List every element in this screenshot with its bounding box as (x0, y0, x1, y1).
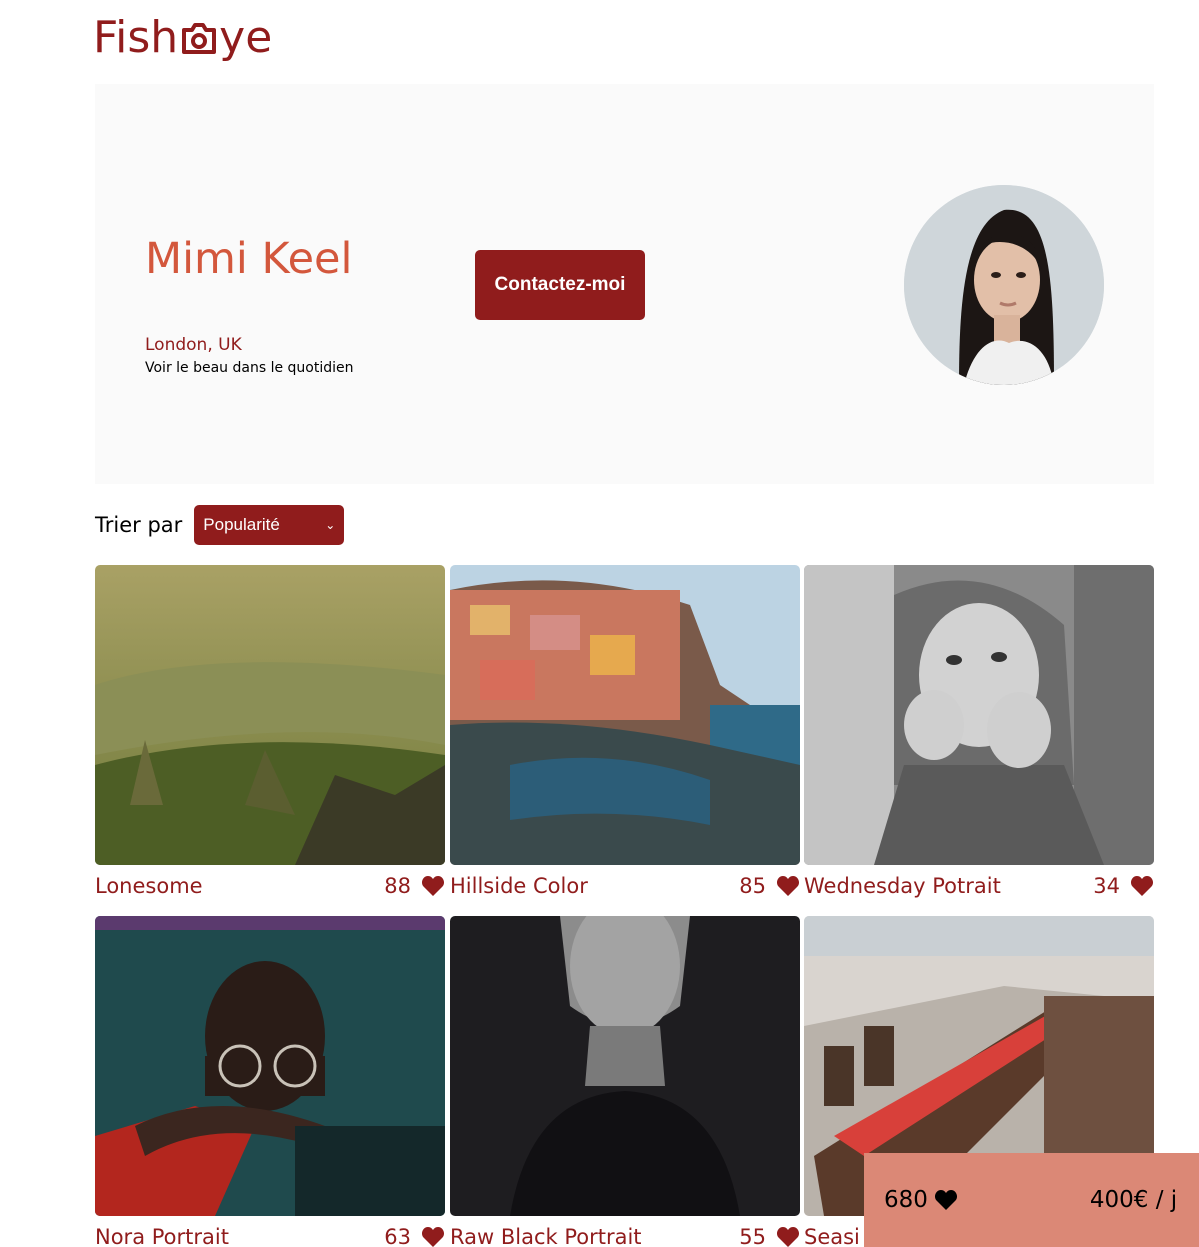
sort-select[interactable]: Popularité ⌄ (194, 505, 345, 545)
heart-icon[interactable] (421, 875, 445, 897)
camera-icon (180, 18, 218, 60)
photographer-location: London, UK (145, 335, 242, 355)
contact-button[interactable]: Contactez-moi (475, 250, 645, 320)
sort-selected-value: Popularité (203, 515, 280, 534)
daily-price: 400€ / j (1089, 1187, 1178, 1213)
media-card: Raw Black Portrait 55 (450, 916, 800, 1247)
media-title: Wednesday Potrait (804, 874, 1001, 898)
media-title: Raw Black Portrait (450, 1225, 642, 1247)
media-card: Hillside Color 85 (450, 565, 800, 898)
sort-label: Trier par (95, 513, 183, 537)
photographer-tagline: Voir le beau dans le quotidien (145, 360, 354, 376)
media-image[interactable] (450, 565, 800, 865)
logo-text-prefix: Fish (93, 11, 179, 63)
total-likes: 680 (884, 1187, 928, 1213)
heart-icon[interactable] (776, 875, 800, 897)
media-likes: 34 (1093, 874, 1120, 898)
media-image[interactable] (804, 565, 1154, 865)
heart-icon (934, 1190, 957, 1210)
media-card: Wednesday Potrait 34 (804, 565, 1154, 898)
media-card: Lonesome 88 (95, 565, 445, 898)
photographer-header: Mimi Keel London, UK Voir le beau dans l… (95, 84, 1154, 484)
media-likes: 55 (739, 1225, 766, 1247)
sort-control: Trier par Popularité ⌄ (95, 505, 345, 545)
chevron-down-icon: ⌄ (325, 518, 336, 532)
heart-icon[interactable] (421, 1226, 445, 1247)
media-card: Nora Portrait 63 (95, 916, 445, 1247)
media-likes: 85 (739, 874, 766, 898)
media-title: Hillside Color (450, 874, 588, 898)
stats-footer: 680 400€ / j (864, 1153, 1199, 1247)
media-image[interactable] (95, 565, 445, 865)
media-meta: Hillside Color 85 (450, 870, 800, 902)
media-title: Nora Portrait (95, 1225, 229, 1247)
photographer-avatar (904, 185, 1104, 385)
heart-icon[interactable] (776, 1226, 800, 1247)
media-title: Lonesome (95, 874, 203, 898)
media-meta: Lonesome 88 (95, 870, 445, 902)
media-meta: Raw Black Portrait 55 (450, 1221, 800, 1247)
media-meta: Nora Portrait 63 (95, 1221, 445, 1247)
heart-icon[interactable] (1130, 875, 1154, 897)
photographer-name: Mimi Keel (145, 234, 353, 284)
media-image[interactable] (95, 916, 445, 1216)
media-image[interactable] (450, 916, 800, 1216)
media-meta: Wednesday Potrait 34 (804, 870, 1154, 902)
media-likes: 63 (384, 1225, 411, 1247)
fisheye-logo[interactable]: Fish ye (93, 10, 272, 64)
media-likes: 88 (384, 874, 411, 898)
logo-text-suffix: ye (219, 11, 273, 63)
